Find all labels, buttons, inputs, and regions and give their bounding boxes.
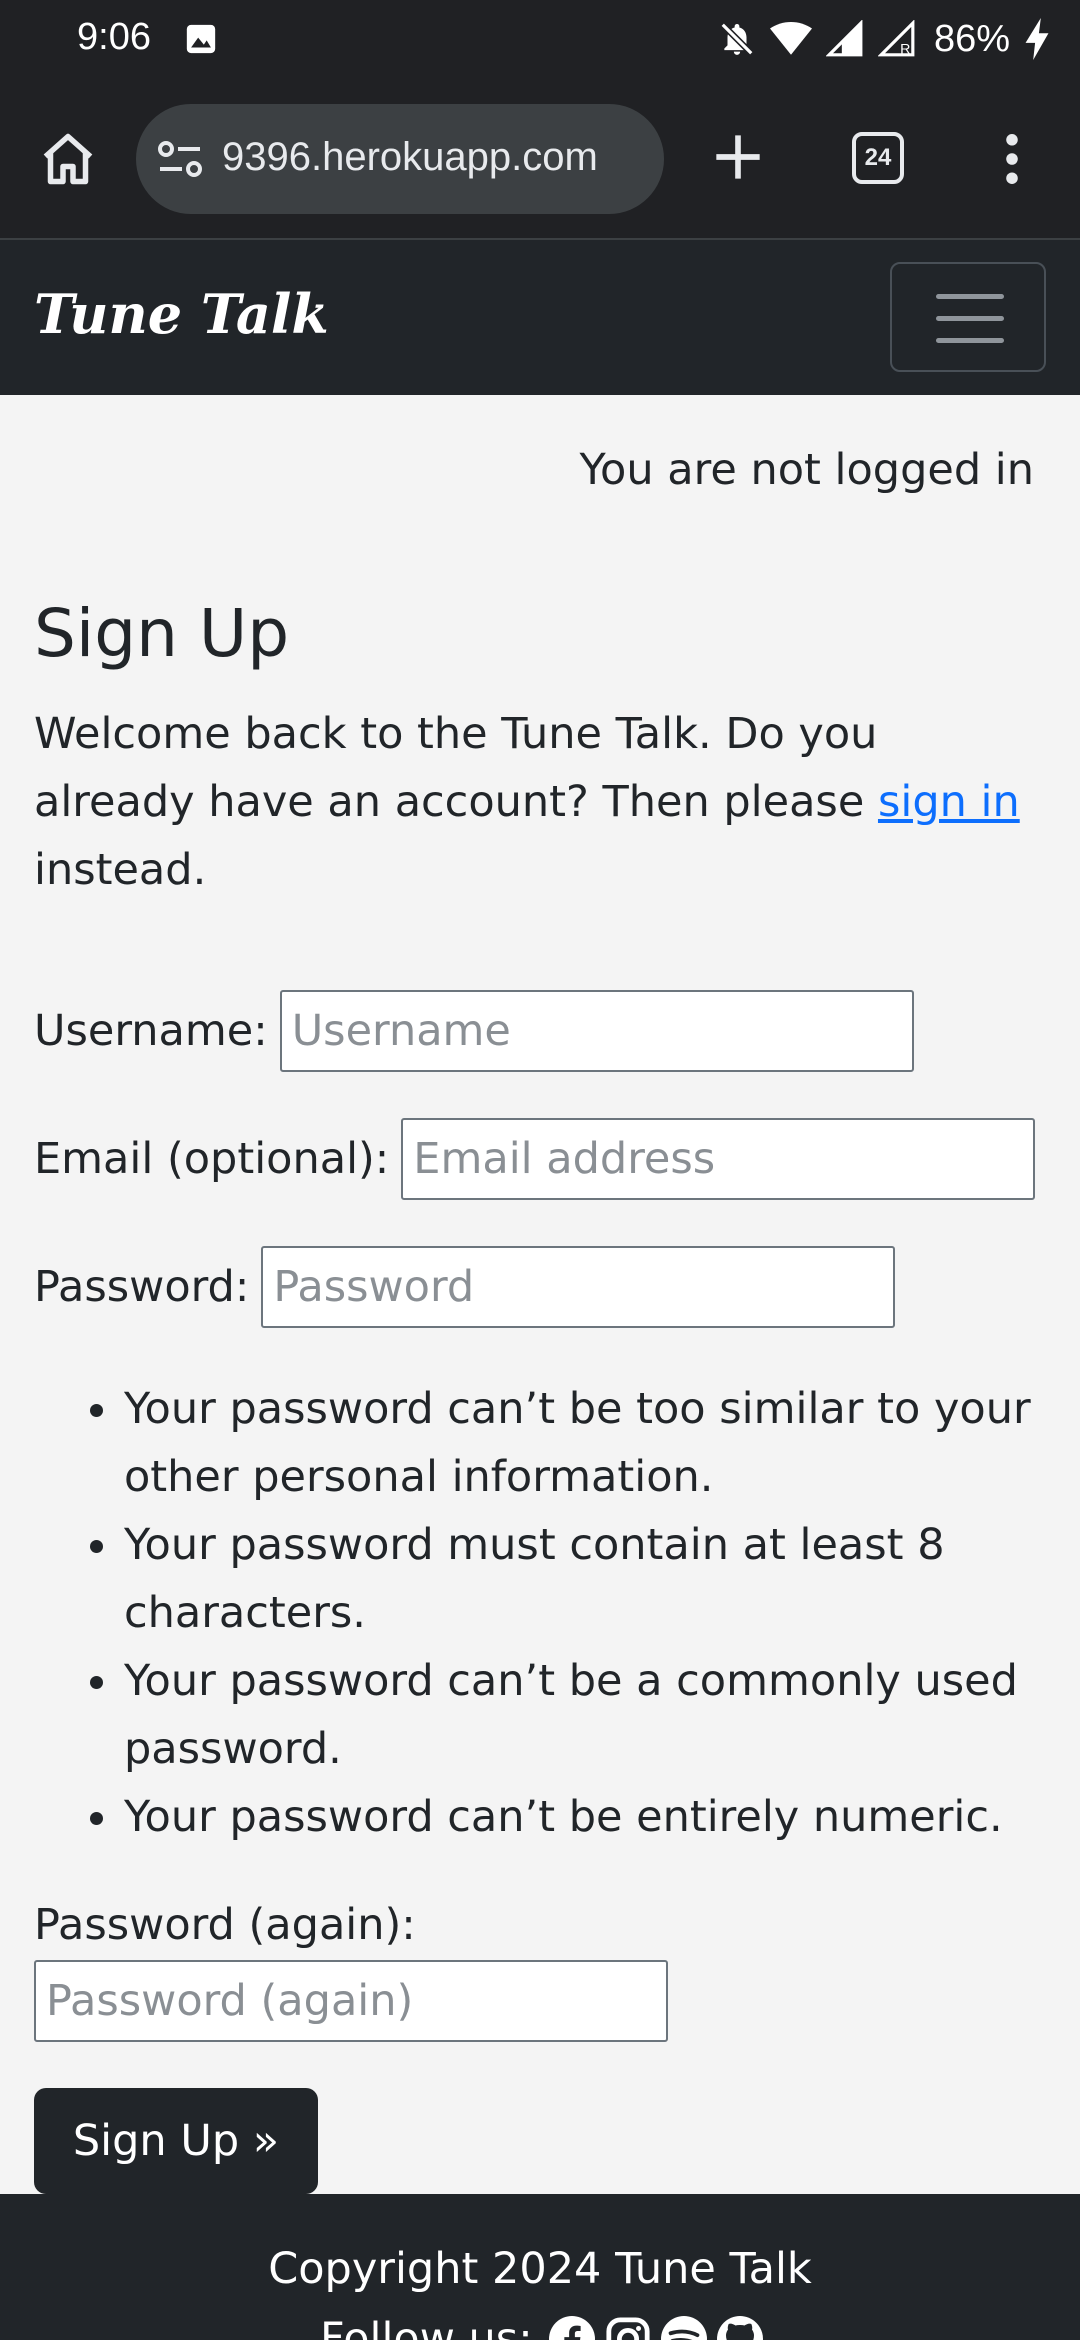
password-help-list: Your password can’t be too similar to yo… [34, 1375, 1064, 1851]
site-navbar: Tune Talk [0, 240, 1080, 395]
copyright-text: Copyright 2024 Tune Talk [268, 2244, 812, 2294]
bell-off-icon [720, 22, 754, 56]
follow-us: Follow us: [320, 2314, 763, 2340]
url-text[interactable]: 9396.herokuapp.com [222, 135, 598, 180]
instagram-icon[interactable] [605, 2316, 651, 2340]
wifi-icon [769, 21, 812, 55]
battery-level: 86% [933, 17, 1010, 60]
site-footer: Copyright 2024 Tune Talk Follow us: [0, 2194, 1080, 2340]
status-bar: 9:06 R 86% [0, 0, 1080, 80]
login-status: You are not logged in [579, 445, 1034, 495]
password-help-item: Your password can’t be a commonly used p… [34, 1647, 1064, 1783]
intro-text-start: Welcome back to the Tune Talk. Do you al… [34, 709, 878, 827]
password-input[interactable] [261, 1246, 896, 1328]
password-label: Password: [34, 1262, 250, 1312]
username-label: Username: [34, 1006, 268, 1056]
site-settings-icon[interactable] [156, 139, 204, 179]
email-input[interactable] [401, 1118, 1036, 1200]
signal-roaming-icon: R [877, 20, 915, 57]
status-time: 9:06 [77, 16, 151, 58]
brand-link[interactable]: Tune Talk [34, 282, 329, 346]
password-help-item: Your password can’t be entirely numeric. [34, 1783, 1064, 1851]
charging-icon [1025, 18, 1049, 60]
signal-icon [825, 20, 863, 57]
gallery-icon [186, 24, 216, 54]
username-input[interactable] [279, 990, 914, 1072]
plus-icon[interactable] [712, 131, 764, 183]
intro-text: Welcome back to the Tune Talk. Do you al… [34, 700, 1044, 904]
navbar-toggle-button[interactable] [890, 262, 1046, 372]
email-row: Email (optional): [34, 1118, 1036, 1200]
intro-text-end: instead. [34, 845, 207, 895]
facebook-icon[interactable] [548, 2316, 595, 2340]
password-row: Password: [34, 1246, 896, 1328]
home-icon[interactable] [38, 128, 98, 190]
social-links [548, 2316, 763, 2340]
browser-toolbar: 9396.herokuapp.com 24 [0, 80, 1080, 240]
status-icons: R 86% [718, 14, 1050, 64]
password-help-item: Your password can’t be too similar to yo… [34, 1375, 1064, 1511]
sign-in-link[interactable]: sign in [878, 777, 1020, 827]
more-vert-icon[interactable] [1000, 134, 1024, 184]
svg-text:R: R [900, 41, 910, 57]
email-label: Email (optional): [34, 1134, 390, 1184]
password-again-label: Password (again): [34, 1900, 416, 1950]
page-title: Sign Up [34, 595, 290, 672]
sign-up-button[interactable]: Sign Up » [34, 2088, 318, 2194]
password-help-item: Your password must contain at least 8 ch… [34, 1511, 1064, 1647]
tabs-icon[interactable]: 24 [852, 132, 904, 184]
follow-label: Follow us: [320, 2314, 533, 2340]
spotify-icon[interactable] [660, 2316, 707, 2340]
github-icon[interactable] [716, 2316, 763, 2340]
username-row: Username: [34, 990, 914, 1072]
password-again-input[interactable] [34, 1960, 668, 2042]
address-bar[interactable]: 9396.herokuapp.com [136, 104, 664, 214]
